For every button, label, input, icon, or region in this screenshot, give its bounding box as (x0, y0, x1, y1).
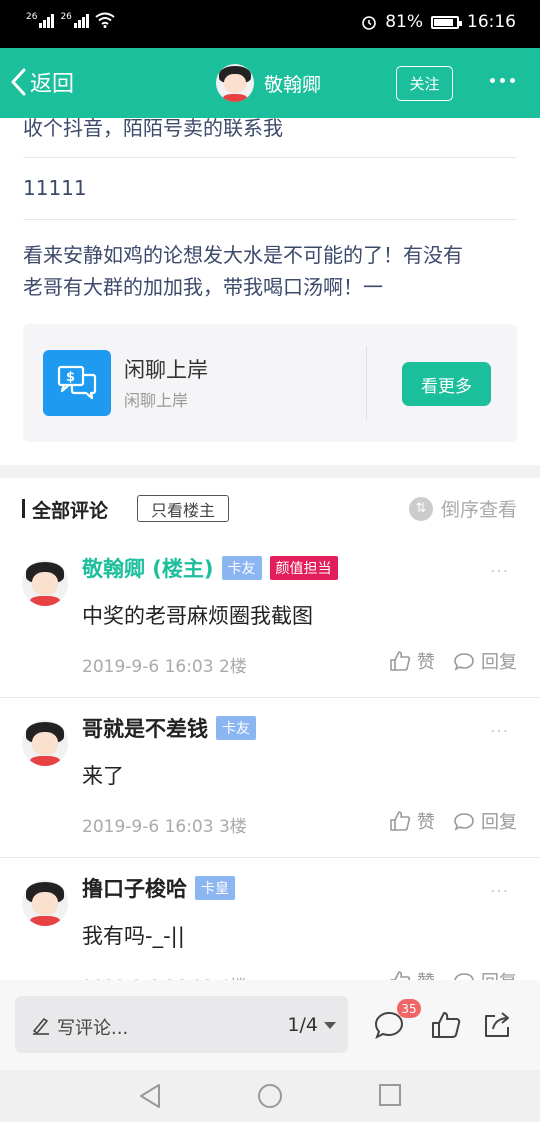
reply-label: 回复 (481, 812, 517, 833)
nav-user-name: 敬翰卿 (264, 73, 322, 96)
like-icon (390, 651, 411, 671)
comment-actions: 赞 回复 (389, 648, 517, 674)
comment-more-icon[interactable]: ··· (490, 722, 509, 742)
comment-author[interactable]: 撸口子梭哈 卡皇 (82, 873, 235, 903)
page-selector[interactable]: 1/4 (287, 1014, 336, 1036)
comments-title-text: 全部评论 (32, 500, 109, 522)
user-badge: 卡友 (221, 556, 262, 580)
battery-icon (431, 15, 462, 29)
comment-count-badge: 35 (397, 999, 421, 1018)
reply-icon (454, 813, 474, 831)
like-label: 赞 (417, 812, 435, 833)
chat-dollar-icon: $ (43, 350, 111, 416)
signal-label-1: 26 (26, 12, 38, 22)
section-gap (0, 465, 540, 478)
avatar (216, 64, 254, 102)
comment-more-icon[interactable]: ··· (490, 882, 509, 902)
reply-icon (454, 653, 474, 671)
card-subtitle: 闲聊上岸 (124, 391, 189, 410)
reply-button[interactable]: 回复 (453, 648, 517, 674)
divider (23, 219, 517, 220)
divider (23, 157, 517, 158)
nav-user[interactable]: 敬翰卿 (216, 64, 321, 102)
comment-author-name: 敬翰卿 (楼主) (82, 557, 214, 581)
like-button[interactable]: 赞 (389, 808, 435, 834)
back-button[interactable]: 返回 (10, 66, 74, 98)
post-line-3b: 老哥有大群的加加我，带我喝口汤啊！一 (23, 275, 383, 299)
signal-icon: 26 (60, 12, 89, 28)
back-arrow-icon (11, 68, 26, 96)
home-circle-icon[interactable] (257, 1083, 283, 1109)
post-line-2: 11111 (23, 176, 87, 200)
status-bar: 26 26 81% 16:16 (0, 0, 540, 48)
topic-card[interactable]: $ 闲聊上岸 闲聊上岸 看更多 (23, 324, 517, 442)
back-label: 返回 (30, 72, 75, 97)
card-divider (366, 346, 367, 420)
only-owner-button[interactable]: 只看楼主 (137, 495, 229, 522)
reply-label: 回复 (481, 652, 517, 673)
alarm-icon (362, 16, 377, 30)
reverse-label: 倒序查看 (440, 499, 517, 521)
comment-item: 敬翰卿 (楼主) 卡友 颜值担当 ··· 中奖的老哥麻烦圈我截图 2019-9-… (0, 538, 540, 698)
card-title: 闲聊上岸 (124, 358, 208, 382)
see-more-button[interactable]: 看更多 (402, 362, 491, 406)
reply-button[interactable]: 回复 (453, 808, 517, 834)
system-nav-bar (0, 1070, 540, 1122)
comment-author[interactable]: 敬翰卿 (楼主) 卡友 颜值担当 (82, 553, 338, 583)
chevron-down-icon (324, 1021, 336, 1029)
comments-header: 全部评论 只看楼主 ⇅ 倒序查看 (0, 478, 540, 538)
comment-more-icon[interactable]: ··· (490, 562, 509, 582)
bottom-action-bar: 写评论... 1/4 35 (0, 980, 540, 1070)
signal-icon: 26 (26, 12, 55, 28)
follow-button[interactable]: 关注 (396, 66, 453, 101)
reverse-order-icon: ⇅ (408, 496, 433, 521)
user-badge: 卡皇 (195, 876, 235, 900)
wifi-icon (95, 12, 115, 28)
reverse-order-button[interactable]: ⇅ 倒序查看 (408, 495, 517, 522)
comment-author-name: 撸口子梭哈 (82, 877, 187, 901)
comment-meta: 2019-9-6 16:03 3楼 (82, 817, 247, 837)
write-comment-label: 写评论... (57, 1018, 129, 1039)
comment-actions: 赞 回复 (389, 808, 517, 834)
recents-square-icon[interactable] (378, 1083, 402, 1107)
like-label: 赞 (417, 652, 435, 673)
user-badge: 颜值担当 (269, 556, 338, 580)
pen-icon (33, 1018, 49, 1035)
signal-label-2: 26 (60, 12, 72, 22)
top-nav-bar: 返回 敬翰卿 关注 (0, 48, 540, 118)
more-dots-icon[interactable] (490, 78, 515, 83)
post-line-cut: 收个抖音，陌陌号卖的联系我 (23, 116, 283, 140)
signal-group: 26 26 (26, 12, 115, 28)
avatar[interactable] (22, 720, 68, 766)
comment-meta: 2019-9-6 16:03 2楼 (82, 657, 247, 677)
clock: 16:16 (467, 12, 516, 32)
status-right: 81% 16:16 (361, 12, 516, 32)
comment-item: 哥就是不差钱 卡友 ··· 来了 2019-9-6 16:03 3楼 赞 回复 (0, 698, 540, 858)
back-triangle-icon[interactable] (138, 1083, 162, 1109)
svg-text:$: $ (66, 370, 75, 385)
page-indicator: 1/4 (287, 1014, 318, 1036)
comment-author-name: 哥就是不差钱 (82, 717, 208, 741)
post-line-3a: 看来安静如鸡的论想发大水是不可能的了！有没有 (23, 243, 463, 267)
comment-author[interactable]: 哥就是不差钱 卡友 (82, 713, 256, 743)
comment-text: 我有吗-_-|| (82, 924, 185, 948)
comment-text: 中奖的老哥麻烦圈我截图 (82, 604, 313, 628)
battery-percent: 81% (385, 12, 423, 32)
comment-text: 来了 (82, 764, 124, 788)
avatar[interactable] (22, 560, 68, 606)
like-button[interactable]: 赞 (389, 648, 435, 674)
write-comment-input[interactable]: 写评论... 1/4 (15, 996, 348, 1053)
user-badge: 卡友 (216, 716, 256, 740)
thumb-icon[interactable] (430, 1010, 462, 1040)
avatar[interactable] (22, 880, 68, 926)
comments-title: 全部评论 (22, 496, 108, 523)
like-icon (390, 811, 411, 831)
share-icon[interactable] (482, 1010, 514, 1040)
